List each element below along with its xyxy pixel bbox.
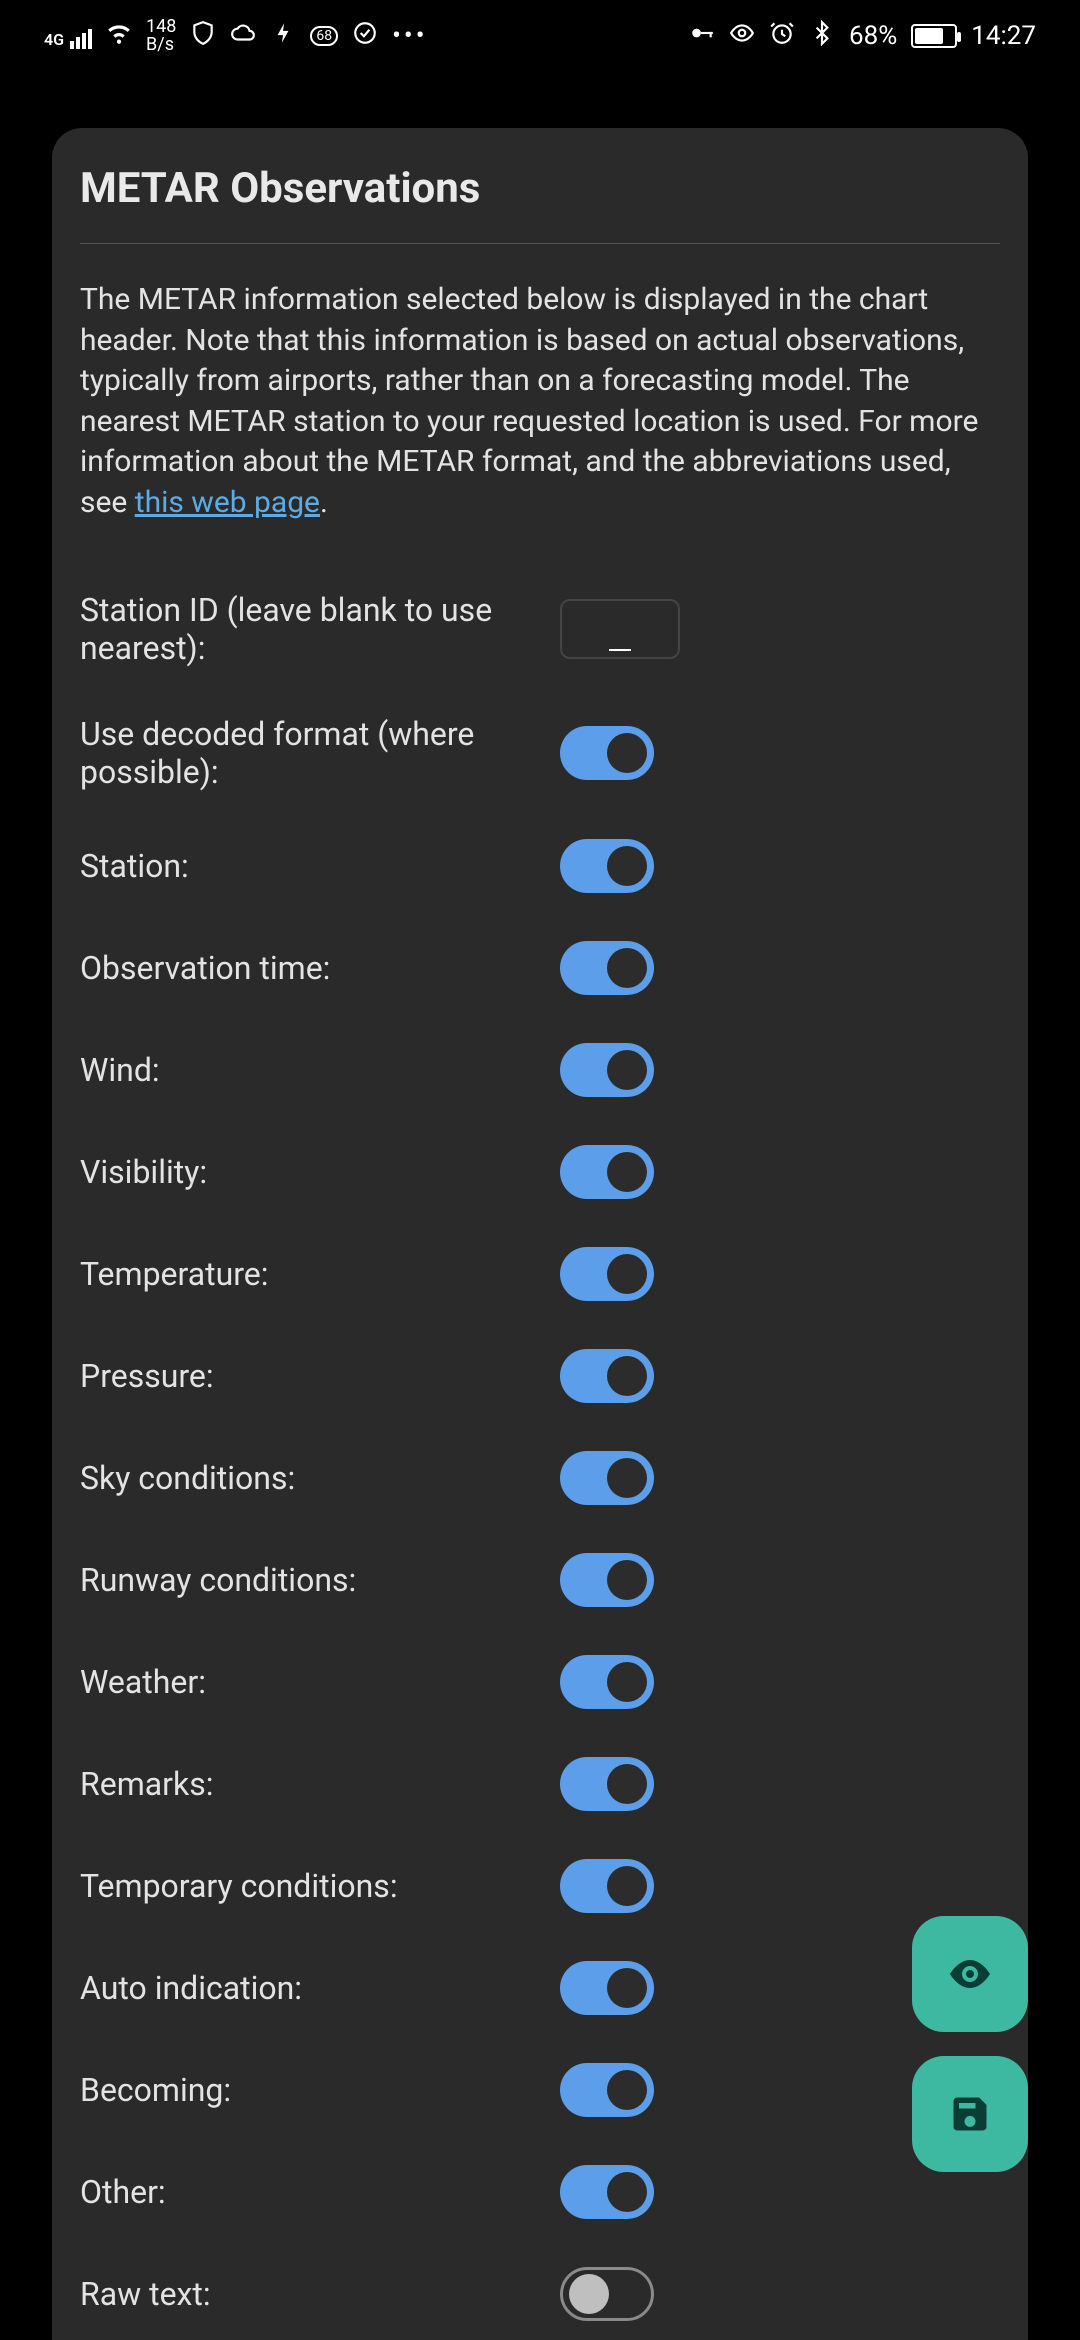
divider bbox=[80, 243, 1000, 244]
status-bar: 4G 148 B/s 68 ••• bbox=[0, 0, 1080, 72]
visibility-label: Visibility: bbox=[80, 1153, 560, 1191]
row-visibility: Visibility: bbox=[52, 1121, 1028, 1223]
runway-toggle[interactable] bbox=[560, 1553, 654, 1607]
use-decoded-label: Use decoded format (where possible): bbox=[80, 715, 560, 791]
row-raw: Raw text: bbox=[52, 2243, 1028, 2340]
row-auto: Auto indication: bbox=[52, 1937, 1028, 2039]
status-left: 4G 148 B/s 68 ••• bbox=[44, 18, 427, 54]
other-toggle[interactable] bbox=[560, 2165, 654, 2219]
save-fab[interactable] bbox=[912, 2056, 1028, 2172]
row-runway: Runway conditions: bbox=[52, 1529, 1028, 1631]
cellular-indicator: 4G bbox=[44, 24, 92, 49]
row-obs-time: Observation time: bbox=[52, 917, 1028, 1019]
intro-link[interactable]: this web page bbox=[135, 485, 320, 520]
temporary-label: Temporary conditions: bbox=[80, 1867, 560, 1905]
clock-time: 14:27 bbox=[971, 21, 1036, 51]
row-other: Other: bbox=[52, 2141, 1028, 2243]
eye-icon bbox=[729, 20, 755, 53]
status-right: 68% 14:27 bbox=[689, 20, 1036, 53]
temperature-toggle[interactable] bbox=[560, 1247, 654, 1301]
visibility-toggle[interactable] bbox=[560, 1145, 654, 1199]
speed-unit: B/s bbox=[146, 36, 176, 54]
remarks-label: Remarks: bbox=[80, 1765, 560, 1803]
runway-label: Runway conditions: bbox=[80, 1561, 560, 1599]
sky-toggle[interactable] bbox=[560, 1451, 654, 1505]
battery-percent: 68% bbox=[849, 21, 897, 51]
battery-icon bbox=[911, 24, 957, 48]
weather-toggle[interactable] bbox=[560, 1655, 654, 1709]
station-id-label: Station ID (leave blank to use nearest): bbox=[80, 591, 560, 667]
station-id-input[interactable] bbox=[560, 599, 680, 659]
use-decoded-toggle[interactable] bbox=[560, 726, 654, 780]
raw-label: Raw text: bbox=[80, 2275, 560, 2313]
weather-label: Weather: bbox=[80, 1663, 560, 1701]
shield-icon bbox=[190, 20, 216, 53]
row-weather: Weather: bbox=[52, 1631, 1028, 1733]
save-icon bbox=[948, 2092, 992, 2136]
pressure-toggle[interactable] bbox=[560, 1349, 654, 1403]
circle-check-icon bbox=[352, 20, 378, 53]
sky-label: Sky conditions: bbox=[80, 1459, 560, 1497]
row-temporary: Temporary conditions: bbox=[52, 1835, 1028, 1937]
data-speed: 148 B/s bbox=[146, 18, 176, 54]
temporary-toggle[interactable] bbox=[560, 1859, 654, 1913]
eye-icon bbox=[946, 1950, 994, 1998]
row-use-decoded: Use decoded format (where possible): bbox=[52, 691, 1028, 815]
fab-group bbox=[912, 1916, 1028, 2172]
auto-label: Auto indication: bbox=[80, 1969, 560, 2007]
pressure-label: Pressure: bbox=[80, 1357, 560, 1395]
remarks-toggle[interactable] bbox=[560, 1757, 654, 1811]
raw-toggle[interactable] bbox=[560, 2267, 654, 2321]
becoming-toggle[interactable] bbox=[560, 2063, 654, 2117]
wind-toggle[interactable] bbox=[560, 1043, 654, 1097]
network-type: 4G bbox=[44, 30, 64, 49]
key-icon bbox=[689, 20, 715, 53]
obs-time-toggle[interactable] bbox=[560, 941, 654, 995]
bluetooth-icon bbox=[809, 20, 835, 53]
row-temperature: Temperature: bbox=[52, 1223, 1028, 1325]
cloud-icon bbox=[230, 20, 256, 53]
row-becoming: Becoming: bbox=[52, 2039, 1028, 2141]
row-wind: Wind: bbox=[52, 1019, 1028, 1121]
intro-text: The METAR information selected below is … bbox=[52, 280, 1028, 567]
row-pressure: Pressure: bbox=[52, 1325, 1028, 1427]
more-icon: ••• bbox=[392, 21, 427, 51]
auto-toggle[interactable] bbox=[560, 1961, 654, 2015]
wifi-icon bbox=[106, 20, 132, 53]
row-remarks: Remarks: bbox=[52, 1733, 1028, 1835]
becoming-label: Becoming: bbox=[80, 2071, 560, 2109]
obs-time-label: Observation time: bbox=[80, 949, 560, 987]
wind-label: Wind: bbox=[80, 1051, 560, 1089]
badge-icon: 68 bbox=[310, 26, 338, 46]
alarm-icon bbox=[769, 20, 795, 53]
other-label: Other: bbox=[80, 2173, 560, 2211]
card-title: METAR Observations bbox=[52, 164, 1028, 243]
intro-tail: . bbox=[320, 485, 328, 520]
row-station: Station: bbox=[52, 815, 1028, 917]
row-sky: Sky conditions: bbox=[52, 1427, 1028, 1529]
bolt-icon bbox=[270, 20, 296, 53]
temperature-label: Temperature: bbox=[80, 1255, 560, 1293]
station-toggle[interactable] bbox=[560, 839, 654, 893]
station-label: Station: bbox=[80, 847, 560, 885]
metar-card: METAR Observations The METAR information… bbox=[52, 128, 1028, 2340]
row-station-id: Station ID (leave blank to use nearest): bbox=[52, 567, 1028, 691]
preview-fab[interactable] bbox=[912, 1916, 1028, 2032]
signal-bars-icon bbox=[70, 29, 92, 49]
